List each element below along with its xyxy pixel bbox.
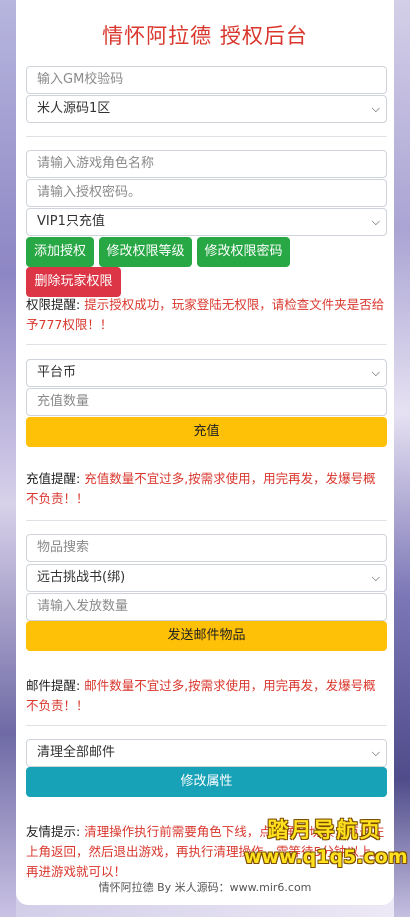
footer-credit: 情怀阿拉德 By 米人源码：www.mir6.com [98, 881, 312, 894]
item-select-value: 远古挑战书(绑) [37, 570, 126, 585]
mail-quantity-input[interactable]: 请输入发放数量 [26, 593, 387, 621]
background-art-right [394, 0, 410, 917]
auth-password-input[interactable]: 请输入授权密码。 [26, 179, 387, 207]
modify-attributes-button[interactable]: 修改属性 [26, 767, 387, 797]
divider [26, 520, 387, 521]
role-name-input[interactable]: 请输入游戏角色名称 [26, 150, 387, 178]
cleanup-notice-prefix: 友情提示: [26, 824, 81, 839]
chevron-down-icon: ⌵ [371, 215, 380, 228]
currency-select[interactable]: 平台币 ⌵ [26, 359, 387, 387]
auth-notice-prefix: 权限提醒: [26, 297, 81, 312]
chevron-down-icon: ⌵ [371, 102, 380, 115]
recharge-notice: 充值提醒: 充值数量不宜过多,按需求使用，用完再发，发爆号概不负责！！ [26, 469, 387, 509]
recharge-notice-prefix: 充值提醒: [26, 471, 81, 486]
modify-password-button[interactable]: 修改权限密码 [197, 237, 290, 267]
server-select[interactable]: 米人源码1区 ⌵ [26, 95, 387, 123]
chevron-down-icon: ⌵ [371, 746, 380, 759]
recharge-button[interactable]: 充值 [26, 417, 387, 447]
gm-code-input[interactable]: 输入GM校验码 [26, 66, 387, 94]
mail-notice: 邮件提醒: 邮件数量不宜过多,按需求使用，用完再发，发爆号概不负责！！ [26, 676, 387, 716]
divider [26, 136, 387, 137]
chevron-down-icon: ⌵ [371, 571, 380, 584]
divider [26, 344, 387, 345]
auth-level-select[interactable]: VIP1只充值 ⌵ [26, 208, 387, 236]
cleanup-select-value: 清理全部邮件 [37, 745, 116, 760]
send-mail-button[interactable]: 发送邮件物品 [26, 621, 387, 651]
item-search-input[interactable]: 物品搜索 [26, 534, 387, 562]
divider [26, 725, 387, 726]
currency-select-value: 平台币 [37, 365, 77, 380]
chevron-down-icon: ⌵ [371, 366, 380, 379]
background-art-left [0, 0, 16, 917]
add-auth-button[interactable]: 添加授权 [26, 237, 94, 267]
auth-notice-text: 提示授权成功，玩家登陆无权限，请检查文件夹是否给予777权限！！ [26, 297, 385, 332]
item-select[interactable]: 远古挑战书(绑) ⌵ [26, 564, 387, 592]
auth-level-value: VIP1只充值 [37, 214, 105, 229]
cleanup-select[interactable]: 清理全部邮件 ⌵ [26, 739, 387, 767]
recharge-amount-input[interactable]: 充值数量 [26, 388, 387, 416]
admin-panel: 情怀阿拉德 授权后台 输入GM校验码 米人源码1区 ⌵ 请输入游戏角色名称 请输… [16, 0, 394, 905]
watermark-title: 踏月导航页 [267, 818, 383, 842]
watermark-url: www.q1q5.com [244, 846, 408, 868]
mail-notice-prefix: 邮件提醒: [26, 678, 81, 693]
watermark: 踏月导航页 www.q1q5.com [244, 814, 408, 868]
auth-notice: 权限提醒: 提示授权成功，玩家登陆无权限，请检查文件夹是否给予777权限！！ [26, 295, 387, 335]
modify-level-button[interactable]: 修改权限等级 [99, 237, 192, 267]
server-select-value: 米人源码1区 [37, 101, 111, 116]
delete-auth-button[interactable]: 删除玩家权限 [26, 267, 121, 297]
page-title: 情怀阿拉德 授权后台 [102, 24, 308, 48]
